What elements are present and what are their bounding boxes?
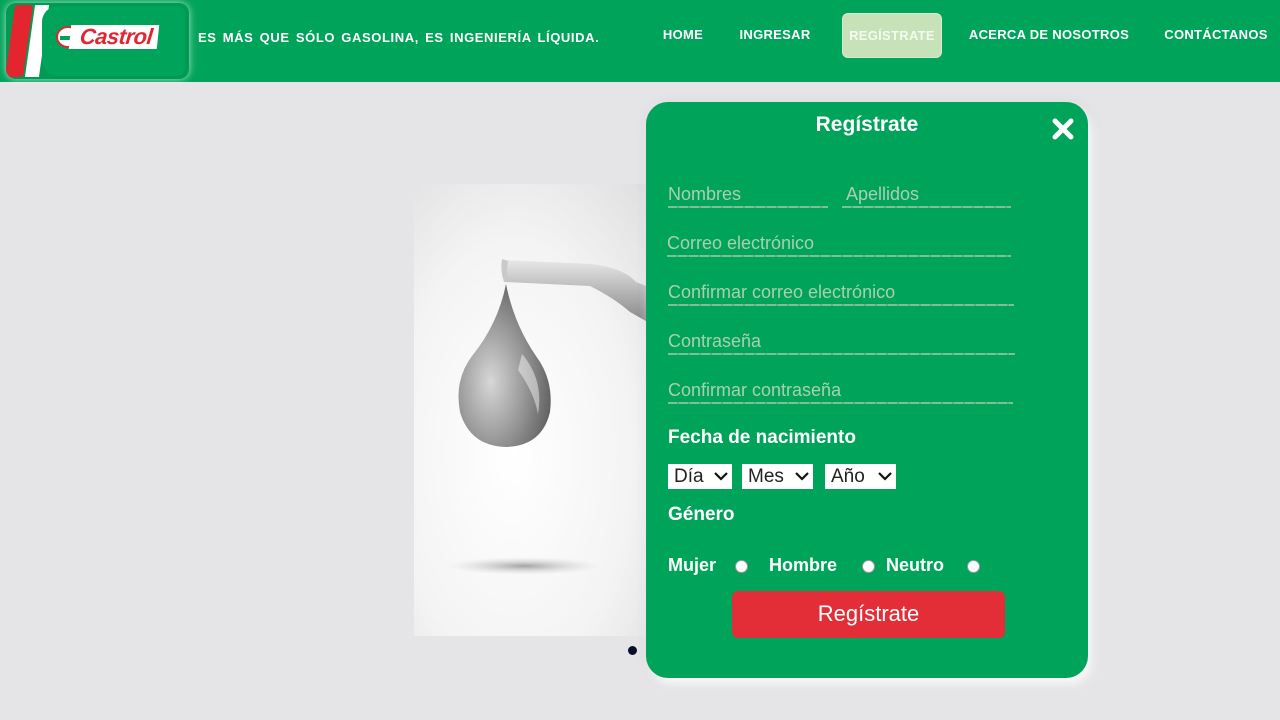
field-underline [842,206,1011,208]
hero-slider-image [414,184,662,636]
field-underline [668,353,1015,355]
email-confirm-field[interactable] [668,280,1014,306]
register-submit-button[interactable]: Regístrate [732,591,1005,638]
field-underline [668,402,1013,404]
gender-radio-mujer[interactable] [735,560,748,573]
password-confirm-input[interactable] [668,378,1013,402]
header-tagline: ES MÁS QUE SÓLO GASOLINA, ES INGENIERÍA … [198,30,600,45]
password-input[interactable] [668,329,1015,353]
slider-dot[interactable] [628,646,637,655]
last-name-field[interactable] [842,182,1011,208]
gender-option-mujer-label: Mujer [668,555,717,575]
email-confirm-input[interactable] [668,280,1014,304]
nav-registrate[interactable]: REGÍSTRATE [842,13,942,58]
chevron-down-icon [795,472,809,481]
logo-panel: Castrol [42,6,185,76]
month-select-value: Mes [748,466,784,487]
nav-acerca-de-nosotros[interactable]: ACERCA DE NOSOTROS [964,13,1134,58]
year-select[interactable]: Año [825,464,896,489]
castrol-logo[interactable]: Castrol [6,3,189,79]
gender-radio-neutro[interactable] [967,560,980,573]
chevron-down-icon [878,472,892,481]
last-name-input[interactable] [842,182,1011,206]
password-confirm-field[interactable] [668,378,1013,404]
year-select-value: Año [831,466,865,487]
email-field[interactable] [667,231,1011,257]
field-underline [668,206,828,208]
birth-date-label: Fecha de nacimiento [668,427,856,448]
first-name-input[interactable] [668,182,828,206]
register-modal: Regístrate Fecha de nacimiento Día Mes A… [646,102,1088,678]
top-header: Castrol ES MÁS QUE SÓLO GASOLINA, ES ING… [0,0,1280,82]
chevron-down-icon [714,472,728,481]
gender-radio-hombre[interactable] [862,560,875,573]
gender-label: Género [668,504,735,525]
password-field[interactable] [668,329,1015,355]
day-select-value: Día [674,466,704,487]
gender-option-hombre-label: Hombre [769,555,838,575]
gender-option-neutro-label: Neutro [886,555,944,575]
month-select[interactable]: Mes [742,464,813,489]
oil-drop-nozzle-illustration [446,259,662,575]
field-underline [667,255,1011,257]
close-icon[interactable] [1052,118,1074,140]
field-underline [668,304,1014,306]
nav-ingresar[interactable]: INGRESAR [734,13,816,58]
nav-contactanos[interactable]: CONTÁCTANOS [1160,13,1272,58]
day-select[interactable]: Día [668,464,732,489]
email-input[interactable] [667,231,1011,255]
first-name-field[interactable] [668,182,828,208]
logo-badge: Castrol [56,23,166,51]
modal-title: Regístrate [815,113,919,136]
nav-home[interactable]: HOME [656,13,710,58]
logo-wordmark: Castrol [68,24,160,49]
